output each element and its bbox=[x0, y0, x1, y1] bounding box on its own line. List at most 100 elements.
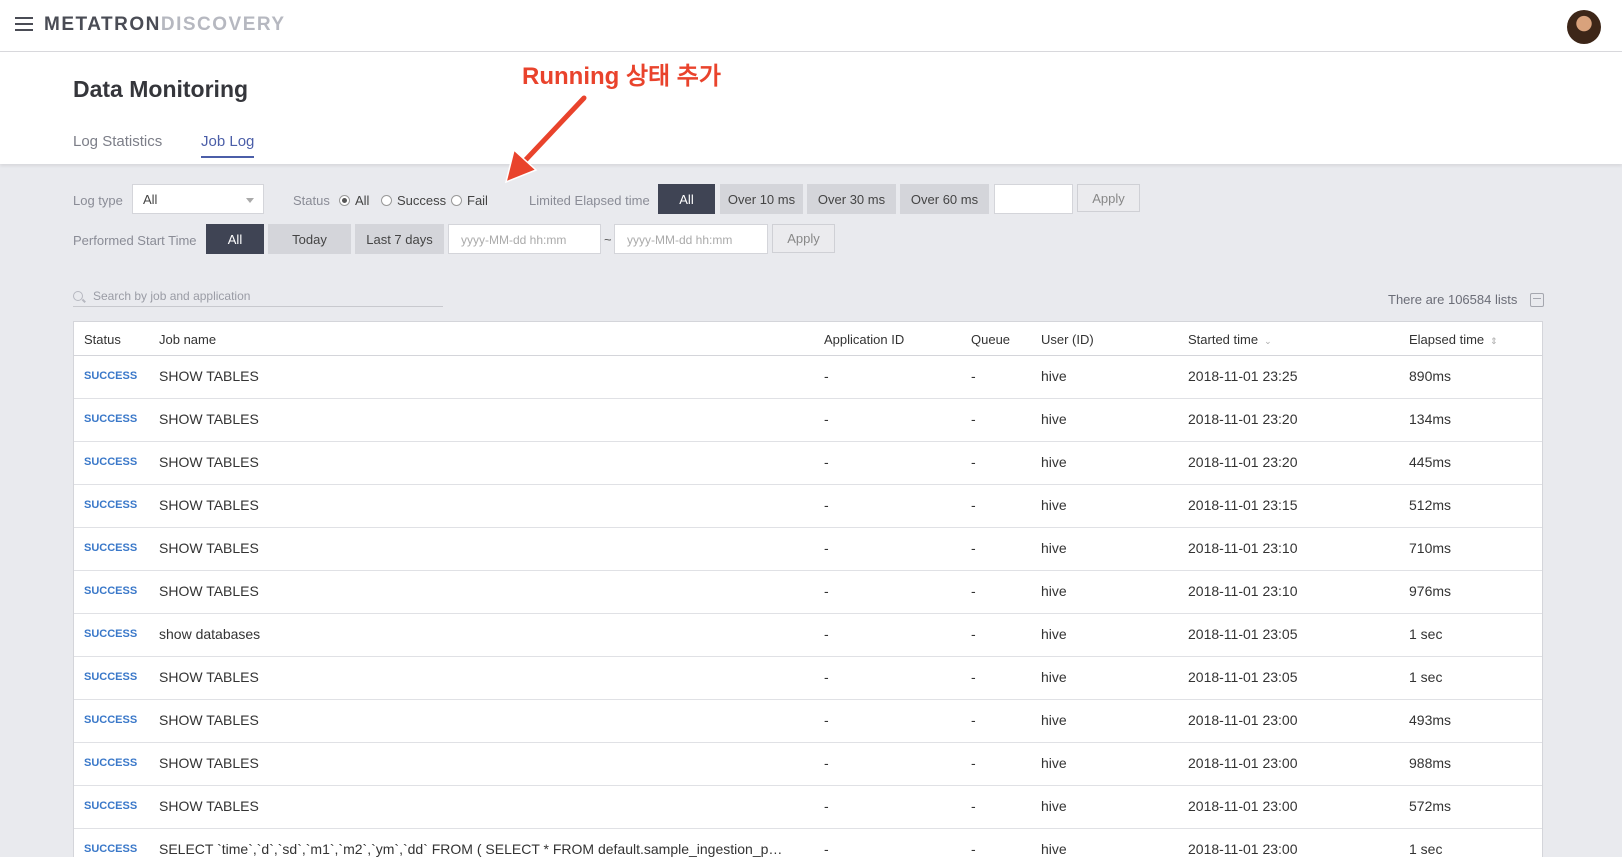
log-type-label: Log type bbox=[73, 193, 123, 208]
cell-queue: - bbox=[971, 841, 976, 857]
status-radio-all[interactable]: All bbox=[339, 193, 369, 208]
column-status: Status bbox=[84, 332, 121, 347]
column-elapsed-time[interactable]: Elapsed time ⇕ bbox=[1409, 332, 1498, 347]
table-row[interactable]: SUCCESS SHOW TABLES - - hive 2018-11-01 23:15… bbox=[74, 485, 1542, 528]
log-type-select[interactable]: All bbox=[132, 184, 264, 214]
cell-queue: - bbox=[971, 411, 976, 427]
elapsed-over10-button[interactable]: Over 10 ms bbox=[720, 184, 803, 214]
cell-user: hive bbox=[1041, 712, 1067, 728]
table-row[interactable]: SUCCESS show databases - - hive 2018-11-01 23… bbox=[74, 614, 1542, 657]
cell-user: hive bbox=[1041, 798, 1067, 814]
cell-user: hive bbox=[1041, 755, 1067, 771]
cell-user: hive bbox=[1041, 669, 1067, 685]
cell-user: hive bbox=[1041, 540, 1067, 556]
start-today-button[interactable]: Today bbox=[268, 224, 351, 254]
search-placeholder: Search by job and application bbox=[93, 288, 251, 303]
status-radio-success[interactable]: Success bbox=[381, 193, 446, 208]
cell-application-id: - bbox=[824, 368, 829, 384]
cell-status: SUCCESS bbox=[84, 800, 138, 812]
start-date-to-input[interactable]: yyyy-MM-dd hh:mm bbox=[614, 224, 768, 254]
table-row[interactable]: SUCCESS SHOW TABLES - - hive 2018-11-01 23:25… bbox=[74, 356, 1542, 399]
log-type-value: All bbox=[143, 192, 158, 207]
elapsed-custom-input[interactable] bbox=[994, 184, 1073, 214]
status-option-label: All bbox=[355, 193, 370, 208]
brand-logo[interactable]: METATRONDISCOVERY bbox=[44, 14, 286, 36]
start-last7days-button[interactable]: Last 7 days bbox=[355, 224, 444, 254]
cell-queue: - bbox=[971, 454, 976, 470]
cell-queue: - bbox=[971, 583, 976, 599]
table-row[interactable]: SUCCESS SHOW TABLES - - hive 2018-11-01 23:00… bbox=[74, 700, 1542, 743]
cell-job-name: SHOW TABLES bbox=[159, 798, 259, 814]
cell-started-time: 2018-11-01 23:20 bbox=[1188, 411, 1298, 427]
cell-started-time: 2018-11-01 23:10 bbox=[1188, 583, 1298, 599]
export-icon[interactable] bbox=[1530, 293, 1544, 307]
cell-elapsed-time: 445ms bbox=[1409, 454, 1452, 470]
cell-queue: - bbox=[971, 368, 976, 384]
cell-user: hive bbox=[1041, 626, 1067, 642]
cell-job-name: SHOW TABLES bbox=[159, 411, 259, 427]
start-all-button[interactable]: All bbox=[206, 224, 264, 254]
cell-status: SUCCESS bbox=[84, 757, 138, 769]
list-count: There are 106584 lists bbox=[1388, 292, 1518, 307]
table-row[interactable]: SUCCESS SHOW TABLES - - hive 2018-11-01 23:05… bbox=[74, 657, 1542, 700]
table-row[interactable]: SUCCESS SHOW TABLES - - hive 2018-11-01 23:10… bbox=[74, 528, 1542, 571]
menu-icon[interactable] bbox=[15, 17, 33, 33]
annotation-arrow-icon bbox=[504, 93, 589, 184]
elapsed-over60-button[interactable]: Over 60 ms bbox=[900, 184, 989, 214]
cell-status: SUCCESS bbox=[84, 714, 138, 726]
cell-user: hive bbox=[1041, 497, 1067, 513]
cell-user: hive bbox=[1041, 841, 1067, 857]
table-row[interactable]: SUCCESS SHOW TABLES - - hive 2018-11-01 23:20… bbox=[74, 442, 1542, 485]
start-date-from-input[interactable]: yyyy-MM-dd hh:mm bbox=[448, 224, 601, 254]
tab-log-statistics[interactable]: Log Statistics bbox=[73, 133, 162, 150]
cell-queue: - bbox=[971, 669, 976, 685]
cell-queue: - bbox=[971, 540, 976, 556]
cell-application-id: - bbox=[824, 454, 829, 470]
start-apply-button[interactable]: Apply bbox=[772, 224, 835, 253]
cell-application-id: - bbox=[824, 583, 829, 599]
tab-job-log[interactable]: Job Log bbox=[201, 133, 255, 158]
cell-job-name: SHOW TABLES bbox=[159, 712, 259, 728]
cell-elapsed-time: 988ms bbox=[1409, 755, 1452, 771]
search-icon bbox=[73, 290, 83, 301]
elapsed-apply-button[interactable]: Apply bbox=[1077, 184, 1140, 212]
cell-application-id: - bbox=[824, 540, 829, 556]
cell-application-id: - bbox=[824, 755, 829, 771]
cell-job-name: show databases bbox=[159, 626, 261, 642]
cell-status: SUCCESS bbox=[84, 585, 138, 597]
cell-started-time: 2018-11-01 23:00 bbox=[1188, 798, 1298, 814]
cell-job-name: SELECT `time`,`d`,`sd`,`m1`,`m2`,`ym`,`d… bbox=[159, 841, 783, 857]
column-job-name: Job name bbox=[159, 332, 217, 347]
cell-status: SUCCESS bbox=[84, 370, 138, 382]
cell-user: hive bbox=[1041, 454, 1067, 470]
column-started-time[interactable]: Started time ⌄ bbox=[1188, 332, 1272, 347]
elapsed-all-button[interactable]: All bbox=[658, 184, 715, 214]
cell-queue: - bbox=[971, 755, 976, 771]
cell-started-time: 2018-11-01 23:05 bbox=[1188, 626, 1298, 642]
cell-elapsed-time: 512ms bbox=[1409, 497, 1452, 513]
table-row[interactable]: SUCCESS SELECT `time`,`d`,`sd`,`m1`,`m2`,… bbox=[74, 829, 1542, 857]
cell-elapsed-time: 710ms bbox=[1409, 540, 1452, 556]
cell-queue: - bbox=[971, 712, 976, 728]
cell-elapsed-time: 976ms bbox=[1409, 583, 1452, 599]
cell-user: hive bbox=[1041, 411, 1067, 427]
cell-status: SUCCESS bbox=[84, 413, 138, 425]
cell-started-time: 2018-11-01 23:15 bbox=[1188, 497, 1298, 513]
elapsed-over30-button[interactable]: Over 30 ms bbox=[807, 184, 896, 214]
cell-job-name: SHOW TABLES bbox=[159, 755, 259, 771]
table-row[interactable]: SUCCESS SHOW TABLES - - hive 2018-11-01 23:20… bbox=[74, 399, 1542, 442]
cell-started-time: 2018-11-01 23:00 bbox=[1188, 755, 1298, 771]
cell-started-time: 2018-11-01 23:05 bbox=[1188, 669, 1298, 685]
table-row[interactable]: SUCCESS SHOW TABLES - - hive 2018-11-01 23:00… bbox=[74, 743, 1542, 786]
status-radio-fail[interactable]: Fail bbox=[451, 193, 488, 208]
cell-started-time: 2018-11-01 23:10 bbox=[1188, 540, 1298, 556]
table-row[interactable]: SUCCESS SHOW TABLES - - hive 2018-11-01 23:00… bbox=[74, 786, 1542, 829]
table-row[interactable]: SUCCESS SHOW TABLES - - hive 2018-11-01 23:10… bbox=[74, 571, 1542, 614]
status-option-label: Success bbox=[397, 193, 447, 208]
search-input[interactable]: Search by job and application bbox=[73, 285, 443, 307]
cell-application-id: - bbox=[824, 798, 829, 814]
status-option-label: Fail bbox=[467, 193, 488, 208]
cell-elapsed-time: 134ms bbox=[1409, 411, 1452, 427]
cell-user: hive bbox=[1041, 583, 1067, 599]
user-avatar[interactable] bbox=[1567, 10, 1601, 44]
